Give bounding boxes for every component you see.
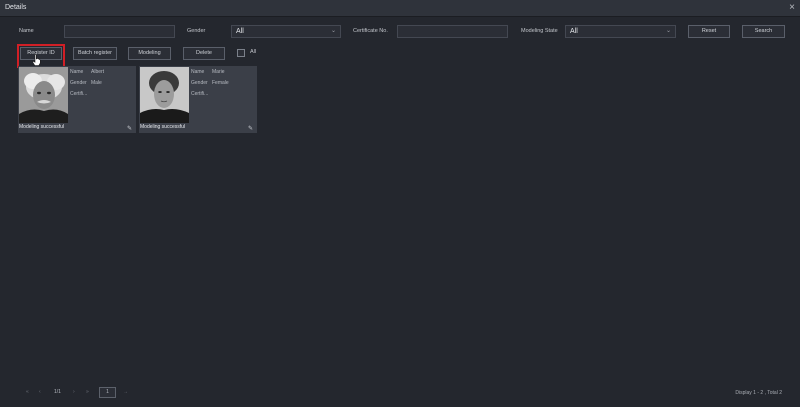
gender-select[interactable]: All ⌄ [231,25,341,38]
delete-button[interactable]: Delete [183,47,225,60]
card-gender-row: Gender Male [70,80,102,86]
chevron-down-icon: ⌄ [665,28,671,34]
select-all-checkbox[interactable] [237,49,245,57]
pencil-icon[interactable]: ✎ [127,125,132,132]
batch-register-button[interactable]: Batch register [73,47,117,60]
page-number-input[interactable]: 1 [99,387,116,398]
card-name-row: Name Albert [70,69,105,75]
certificate-input[interactable] [397,25,508,38]
modeling-button[interactable]: Modeling [128,47,171,60]
card-status: Modeling successful [140,124,186,130]
card-gender-row: Gender Female [191,80,229,86]
name-input[interactable] [64,25,175,38]
card-status: Modeling successful [19,124,65,130]
first-page-icon[interactable]: « [26,389,29,395]
reset-button[interactable]: Reset [688,25,730,38]
search-button[interactable]: Search [742,25,785,38]
go-page-icon[interactable]: → [123,389,128,395]
window-titlebar: Details × [0,0,800,17]
select-all-label: All [250,49,257,55]
certificate-label: Certificate No. [353,28,388,34]
card-name-row: Name Marie [191,69,225,75]
last-page-icon[interactable]: » [86,389,89,395]
next-page-icon[interactable]: › [73,389,75,395]
pencil-icon[interactable]: ✎ [248,125,253,132]
person-card[interactable]: Name Albert Gender Male Certifi... Modelin… [18,66,136,133]
name-label: Name [19,28,34,34]
person-card[interactable]: Name Marie Gender Female Certifi... Modeli… [139,66,257,133]
chevron-down-icon: ⌄ [330,28,336,34]
card-certificate-row: Certifi... [191,91,209,97]
close-icon[interactable]: × [789,2,795,13]
previous-page-icon[interactable]: ‹ [39,389,41,395]
pagination-summary: Display 1 - 2 , Total 2 [735,390,782,396]
modeling-state-select-value: All [570,28,578,35]
card-certificate-row: Certifi... [70,91,88,97]
gender-select-value: All [236,28,244,35]
modeling-state-label: Modeling State [521,28,558,34]
hand-cursor-icon [32,54,41,66]
page-indicator: 1/1 [54,389,61,395]
gender-label: Gender [187,28,206,34]
portrait-photo [19,67,68,123]
highlight-box [17,44,65,68]
modeling-state-select[interactable]: All ⌄ [565,25,676,38]
window-title: Details [5,4,27,11]
portrait-photo [140,67,189,123]
